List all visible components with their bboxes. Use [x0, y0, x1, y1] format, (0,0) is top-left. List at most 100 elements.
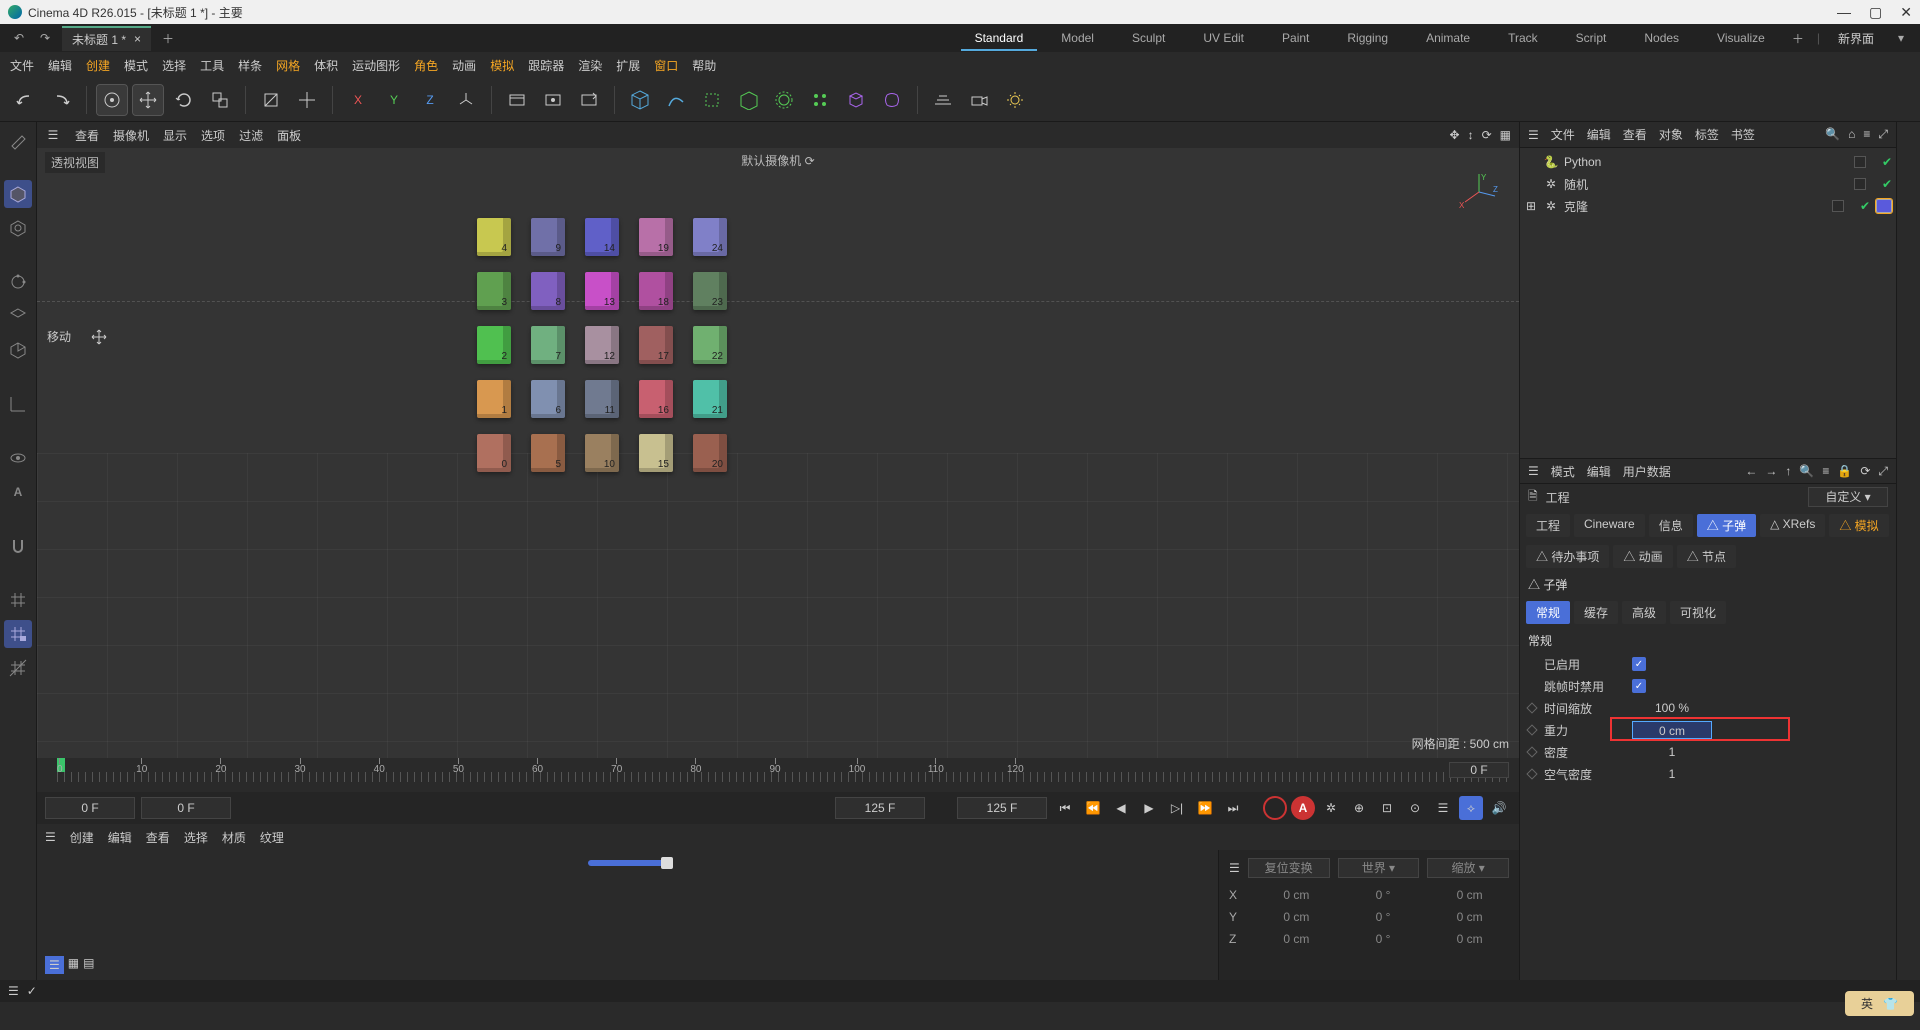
objmgr-edit[interactable]: 编辑	[1587, 126, 1611, 143]
sub-menu-view[interactable]: 查看	[146, 829, 170, 846]
play-icon[interactable]: ▶	[1137, 796, 1161, 820]
menu-0[interactable]: 文件	[10, 57, 34, 74]
keyframe-diamond-icon[interactable]	[1526, 702, 1537, 713]
clone-cube-21[interactable]: 21	[693, 380, 727, 418]
axis-tool-icon[interactable]	[292, 85, 322, 115]
vp-menu-panel[interactable]: 面板	[277, 127, 301, 144]
render-icon[interactable]	[502, 85, 532, 115]
sub-menu-create[interactable]: 创建	[70, 829, 94, 846]
key-pla-icon[interactable]: ⟡	[1459, 796, 1483, 820]
rotate-tool-icon[interactable]	[169, 85, 199, 115]
add-layout-icon[interactable]: ＋	[1789, 29, 1807, 47]
objmgr-tags[interactable]: 标签	[1695, 126, 1719, 143]
spline-icon[interactable]	[661, 85, 691, 115]
objmgr-view[interactable]: 查看	[1623, 126, 1647, 143]
next-frame-icon[interactable]: ▷|	[1165, 796, 1189, 820]
right-sidebar-tabs[interactable]	[1896, 122, 1920, 980]
edge-mode-icon[interactable]	[4, 302, 32, 330]
menu-5[interactable]: 工具	[200, 57, 224, 74]
start-frame-field[interactable]: 0 F	[141, 797, 231, 819]
field-icon[interactable]	[769, 85, 799, 115]
search-icon[interactable]: 🔍	[1825, 127, 1840, 142]
keyframe-diamond-icon[interactable]	[1526, 746, 1537, 757]
lock-icon[interactable]: 🔒	[1837, 464, 1852, 479]
locked-workplane-icon[interactable]	[4, 620, 32, 648]
attr-tab[interactable]: △ 动画	[1613, 545, 1672, 568]
minimize-button[interactable]: —	[1837, 4, 1851, 21]
new-layout-button[interactable]: 新界面	[1830, 30, 1882, 47]
key-scale-icon[interactable]: ⊡	[1375, 796, 1399, 820]
render-region-icon[interactable]	[538, 85, 568, 115]
menu-11[interactable]: 动画	[452, 57, 476, 74]
make-editable-icon[interactable]	[4, 126, 32, 154]
rot-Y[interactable]: 0 °	[1344, 910, 1423, 924]
light-icon[interactable]	[1000, 85, 1030, 115]
menu-icon[interactable]: ☰	[45, 128, 61, 142]
clone-cube-10[interactable]: 10	[585, 434, 619, 472]
end-frame-field[interactable]: 125 F	[835, 797, 925, 819]
new-tab-button[interactable]: ＋	[159, 29, 177, 47]
prev-key-icon[interactable]: ⏪	[1081, 796, 1105, 820]
tree-item-随机[interactable]: ✲随机✔	[1524, 174, 1892, 194]
floor-icon[interactable]	[928, 85, 958, 115]
clone-cube-7[interactable]: 7	[531, 326, 565, 364]
model-mode-icon[interactable]	[4, 180, 32, 208]
rot-X[interactable]: 0 °	[1344, 888, 1423, 902]
clone-cube-11[interactable]: 11	[585, 380, 619, 418]
nav-fwd-icon[interactable]: →	[1765, 464, 1777, 479]
sub-menu-texture[interactable]: 纹理	[260, 829, 284, 846]
objmgr-object[interactable]: 对象	[1659, 126, 1683, 143]
attr-tab[interactable]: △ 待办事项	[1526, 545, 1609, 568]
coord-system-icon[interactable]	[451, 85, 481, 115]
menu-icon[interactable]: ☰	[8, 984, 19, 998]
attr-tab[interactable]: 信息	[1649, 514, 1693, 537]
volume-icon[interactable]	[841, 85, 871, 115]
popup-icon[interactable]: ⤢	[1878, 464, 1888, 479]
snap-icon[interactable]	[4, 532, 32, 560]
current-frame-field[interactable]: 0 F	[45, 797, 135, 819]
object-tree[interactable]: 🐍Python✔✲随机✔⊞✲克隆✔	[1520, 148, 1896, 458]
pos-Y[interactable]: 0 cm	[1257, 910, 1336, 924]
menu-3[interactable]: 模式	[124, 57, 148, 74]
clone-cube-17[interactable]: 17	[639, 326, 673, 364]
checkbox[interactable]: ✓	[1632, 657, 1646, 671]
layout-tab-visualize[interactable]: Visualize	[1703, 26, 1779, 50]
layer-check[interactable]	[1854, 156, 1866, 168]
matmgr-list-icon[interactable]: ☰	[45, 956, 64, 974]
keyframe-diamond-icon[interactable]	[1526, 768, 1537, 779]
workplane-icon[interactable]	[4, 586, 32, 614]
next-key-icon[interactable]: ⏩	[1193, 796, 1217, 820]
attr-tab[interactable]: 工程	[1526, 514, 1570, 537]
clone-cube-13[interactable]: 13	[585, 272, 619, 310]
key-rot-icon[interactable]: ⊙	[1403, 796, 1427, 820]
point-mode-icon[interactable]	[4, 268, 32, 296]
vp-menu-filter[interactable]: 过滤	[239, 127, 263, 144]
key-pos-icon[interactable]: ⊕	[1347, 796, 1371, 820]
vp-menu-camera[interactable]: 摄像机	[113, 127, 149, 144]
vp-menu-options[interactable]: 选项	[201, 127, 225, 144]
attr-tab[interactable]: 常规	[1526, 601, 1570, 624]
undo-icon[interactable]: ↶	[10, 29, 28, 47]
search-icon[interactable]: 🔍	[1799, 464, 1814, 479]
nav-up-icon[interactable]: ↑	[1785, 464, 1791, 479]
tree-item-Python[interactable]: 🐍Python✔	[1524, 152, 1892, 172]
sub-menu-edit[interactable]: 编辑	[108, 829, 132, 846]
clone-cube-8[interactable]: 8	[531, 272, 565, 310]
tree-item-克隆[interactable]: ⊞✲克隆✔	[1524, 196, 1892, 216]
vp-pan-icon[interactable]: ✥	[1450, 128, 1460, 142]
filter-icon[interactable]: ≡	[1863, 127, 1870, 142]
clone-cube-3[interactable]: 3	[477, 272, 511, 310]
coord-scale-mode[interactable]: 缩放 ▾	[1427, 858, 1509, 878]
param-field[interactable]: 1	[1632, 765, 1712, 783]
x-axis-icon[interactable]: X	[343, 85, 373, 115]
attr-tab[interactable]: Cineware	[1574, 514, 1645, 537]
clone-cube-16[interactable]: 16	[639, 380, 673, 418]
subdiv-icon[interactable]	[733, 85, 763, 115]
checkbox[interactable]: ✓	[1632, 679, 1646, 693]
clone-cube-5[interactable]: 5	[531, 434, 565, 472]
total-frames-field[interactable]: 125 F	[957, 797, 1047, 819]
menu-17[interactable]: 帮助	[692, 57, 716, 74]
enable-axis-icon[interactable]	[4, 390, 32, 418]
clone-cube-19[interactable]: 19	[639, 218, 673, 256]
layout-tab-standard[interactable]: Standard	[961, 26, 1038, 50]
